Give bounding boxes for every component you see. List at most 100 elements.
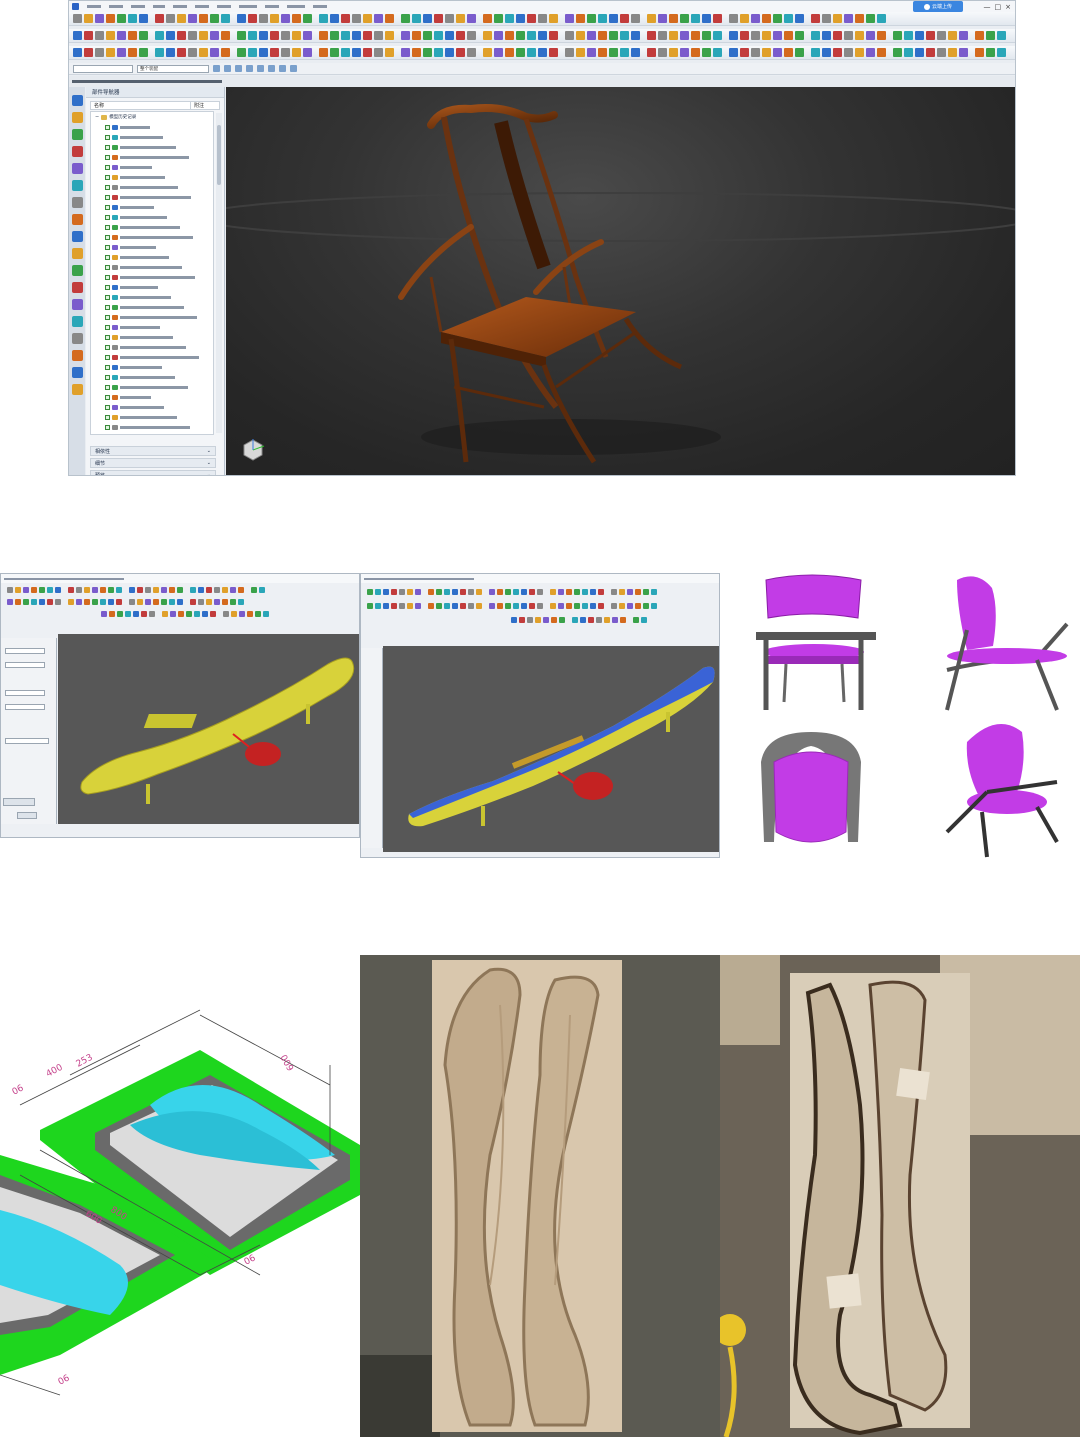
toolbar-button[interactable]	[222, 586, 228, 593]
toolbar-button[interactable]	[559, 616, 565, 623]
toolbar-button[interactable]	[162, 610, 168, 617]
toolbar-button[interactable]	[651, 588, 657, 595]
toolbar-button[interactable]	[468, 588, 474, 595]
resource-tab[interactable]	[71, 214, 83, 225]
toolbar-button[interactable]	[576, 14, 585, 23]
toolbar-button[interactable]	[582, 602, 588, 609]
toolbar-button[interactable]	[596, 616, 602, 623]
toolbar-button[interactable]	[330, 14, 339, 23]
graphics-window[interactable]	[226, 87, 1015, 475]
toolbar-button[interactable]	[590, 602, 596, 609]
toolbar-button[interactable]	[73, 31, 82, 40]
toolbar-button[interactable]	[609, 14, 618, 23]
toolbar-button[interactable]	[811, 14, 820, 23]
feature-check-icon[interactable]	[105, 404, 110, 410]
toolbar-button[interactable]	[341, 31, 350, 40]
menu-item[interactable]	[131, 5, 145, 8]
toolbar-button[interactable]	[106, 31, 115, 40]
feature-check-icon[interactable]	[105, 374, 110, 380]
feature-check-icon[interactable]	[105, 194, 110, 200]
toolbar-button[interactable]	[855, 14, 864, 23]
resource-tab[interactable]	[71, 265, 83, 276]
toolbar-button[interactable]	[997, 31, 1006, 40]
toolbar-button[interactable]	[620, 14, 629, 23]
menu-item[interactable]	[173, 5, 187, 8]
toolbar-button[interactable]	[516, 31, 525, 40]
toolbar-button[interactable]	[926, 48, 935, 57]
resource-tab[interactable]	[71, 299, 83, 310]
menu-item[interactable]	[239, 5, 257, 8]
toolbar-button[interactable]	[877, 48, 886, 57]
toolbar-button[interactable]	[574, 588, 580, 595]
toolbar-button[interactable]	[412, 31, 421, 40]
toolbar-button[interactable]	[145, 586, 151, 593]
feature-row[interactable]	[91, 392, 213, 402]
toolbar-button[interactable]	[620, 48, 629, 57]
feature-row[interactable]	[91, 202, 213, 212]
menu-item[interactable]	[195, 5, 209, 8]
toolbar-button[interactable]	[773, 14, 782, 23]
resource-tab[interactable]	[71, 197, 83, 208]
toolbar-button[interactable]	[576, 48, 585, 57]
toolbar-button[interactable]	[620, 616, 626, 623]
toolbar-button[interactable]	[751, 14, 760, 23]
menu-item[interactable]	[217, 5, 231, 8]
toolbar-button[interactable]	[598, 588, 604, 595]
toolbar-button[interactable]	[153, 598, 159, 605]
toolbar-button[interactable]	[538, 48, 547, 57]
toolbar-button[interactable]	[248, 48, 257, 57]
toolbar-button[interactable]	[15, 586, 21, 593]
feature-check-icon[interactable]	[105, 184, 110, 190]
snap-icon[interactable]	[268, 65, 275, 72]
toolbar-button[interactable]	[76, 598, 82, 605]
toolbar-button[interactable]	[415, 602, 421, 609]
toolbar-button[interactable]	[231, 610, 237, 617]
toolbar-button[interactable]	[198, 586, 204, 593]
toolbar-button[interactable]	[680, 14, 689, 23]
toolbar-button[interactable]	[975, 31, 984, 40]
toolbar-button[interactable]	[833, 14, 842, 23]
toolbar-button[interactable]	[844, 48, 853, 57]
feature-row[interactable]	[91, 222, 213, 232]
toolbar-button[interactable]	[460, 588, 466, 595]
toolbar-button[interactable]	[635, 602, 641, 609]
toolbar-button[interactable]	[375, 588, 381, 595]
toolbar-button[interactable]	[155, 48, 164, 57]
toolbar-button[interactable]	[505, 31, 514, 40]
toolbar-button[interactable]	[751, 48, 760, 57]
toolbar-button[interactable]	[292, 31, 301, 40]
toolbar-button[interactable]	[84, 598, 90, 605]
toolbar-button[interactable]	[39, 598, 45, 605]
toolbar-button[interactable]	[31, 598, 37, 605]
menu-item[interactable]	[87, 5, 101, 8]
toolbar-button[interactable]	[619, 588, 625, 595]
toolbar-button[interactable]	[598, 14, 607, 23]
toolbar-button[interactable]	[7, 598, 13, 605]
toolbar-button[interactable]	[527, 48, 536, 57]
snap-icon[interactable]	[246, 65, 253, 72]
feature-row[interactable]	[91, 422, 213, 432]
cloud-upload-button[interactable]: 云端上传	[913, 1, 963, 12]
toolbar-button[interactable]	[210, 31, 219, 40]
feature-row[interactable]	[91, 362, 213, 372]
toolbar-button[interactable]	[292, 14, 301, 23]
toolbar-button[interactable]	[587, 14, 596, 23]
toolbar-button[interactable]	[238, 598, 244, 605]
toolbar-button[interactable]	[773, 48, 782, 57]
toolbar-button[interactable]	[39, 586, 45, 593]
toolbar-button[interactable]	[598, 602, 604, 609]
toolbar-button[interactable]	[658, 14, 667, 23]
toolbar-button[interactable]	[100, 598, 106, 605]
toolbar-button[interactable]	[658, 31, 667, 40]
menu-item[interactable]	[153, 5, 165, 8]
toolbar-button[interactable]	[598, 31, 607, 40]
section-details[interactable]: 细节 ⌄	[90, 458, 216, 468]
toolbar-button[interactable]	[259, 48, 268, 57]
toolbar-button[interactable]	[444, 588, 450, 595]
toolbar-button[interactable]	[374, 14, 383, 23]
feature-check-icon[interactable]	[105, 224, 110, 230]
menu-item[interactable]	[109, 5, 123, 8]
toolbar-button[interactable]	[619, 602, 625, 609]
toolbar-button[interactable]	[588, 616, 594, 623]
toolbar-button[interactable]	[456, 48, 465, 57]
